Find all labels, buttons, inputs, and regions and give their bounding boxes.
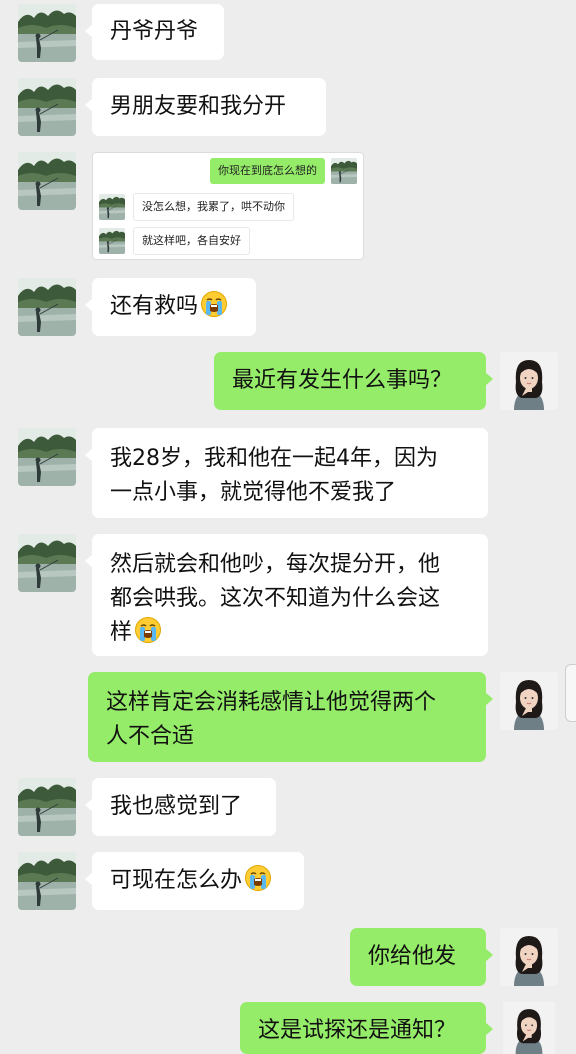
landscape-avatar-icon xyxy=(18,534,76,592)
landscape-avatar-icon xyxy=(18,278,76,336)
message-bubble[interactable]: 男朋友要和我分开 xyxy=(85,78,326,136)
message-line: 我28岁，我和他在一起4年，因为 xyxy=(110,446,438,471)
message-bubble[interactable]: 然后就会和他吵，每次提分开，他 都会哄我。这次不知道为什么会这 样 xyxy=(85,534,488,656)
scroll-handle[interactable] xyxy=(565,664,576,722)
woman-portrait-avatar-icon xyxy=(500,928,558,986)
message-line: 都会哄我。这次不知道为什么会这 xyxy=(110,586,441,611)
contact-avatar[interactable] xyxy=(18,278,76,336)
message-line: 这样肯定会消耗感情让他觉得两个 xyxy=(106,690,437,715)
message-text: 这是试探还是通知？ xyxy=(258,1018,457,1043)
contact-avatar[interactable] xyxy=(18,778,76,836)
contact-avatar[interactable] xyxy=(18,78,76,136)
message-text: 你给他发 xyxy=(368,944,457,969)
contact-avatar[interactable] xyxy=(18,4,76,62)
message-text: 丹爷丹爷 xyxy=(110,19,199,44)
contact-avatar[interactable] xyxy=(18,152,76,210)
image-message[interactable]: 你现在到底怎么想的 没怎么想，我累了，哄不动你 就这样吧，各自安好 xyxy=(92,152,364,260)
screenshot-message: 就这样吧，各自安好 xyxy=(133,227,250,255)
screenshot-row-left: 没怎么想，我累了，哄不动你 xyxy=(99,193,294,221)
contact-avatar[interactable] xyxy=(18,428,76,486)
message-text: 可现在怎么办 xyxy=(110,868,243,893)
chat-window: 丹爷丹爷 男朋友要和我分开 你现在到底怎么想的 没怎么想，我累了，哄不动你 就这… xyxy=(0,0,576,1054)
message-bubble[interactable]: 还有救吗 xyxy=(85,278,256,336)
self-avatar[interactable] xyxy=(500,672,558,730)
loudly-crying-face-emoji-icon xyxy=(244,864,272,892)
message-bubble[interactable]: 我28岁，我和他在一起4年，因为 一点小事，就觉得他不爱我了 xyxy=(85,428,488,518)
message-bubble[interactable]: 我也感觉到了 xyxy=(85,778,276,836)
message-text: 我也感觉到了 xyxy=(110,794,243,819)
contact-avatar[interactable] xyxy=(18,534,76,592)
self-avatar[interactable] xyxy=(500,352,558,410)
woman-portrait-avatar-icon xyxy=(500,1002,558,1054)
screenshot-row-left: 就这样吧，各自安好 xyxy=(99,227,250,255)
message-bubble[interactable]: 最近有发生什么事吗？ xyxy=(214,352,493,410)
message-bubble[interactable]: 这样肯定会消耗感情让他觉得两个 人不合适 xyxy=(88,672,493,762)
message-bubble[interactable]: 你给他发 xyxy=(350,928,493,986)
message-line: 样 xyxy=(110,616,470,650)
self-avatar[interactable] xyxy=(500,1002,558,1054)
screenshot-message: 没怎么想，我累了，哄不动你 xyxy=(133,193,294,221)
woman-portrait-avatar-icon xyxy=(500,352,558,410)
message-text: 男朋友要和我分开 xyxy=(110,94,287,119)
message-bubble[interactable]: 这是试探还是通知？ xyxy=(240,1002,493,1054)
self-avatar[interactable] xyxy=(500,928,558,986)
screenshot-row-right: 你现在到底怎么想的 xyxy=(210,158,357,184)
loudly-crying-face-emoji-icon xyxy=(134,616,162,644)
message-bubble[interactable]: 可现在怎么办 xyxy=(85,852,304,910)
landscape-avatar-icon xyxy=(18,428,76,486)
loudly-crying-face-emoji-icon xyxy=(200,290,228,318)
landscape-avatar-icon xyxy=(18,852,76,910)
screenshot-avatar xyxy=(99,228,125,254)
screenshot-message: 你现在到底怎么想的 xyxy=(210,158,325,184)
screenshot-avatar xyxy=(99,194,125,220)
message-text: 最近有发生什么事吗？ xyxy=(232,368,453,393)
landscape-avatar-icon xyxy=(18,4,76,62)
message-bubble[interactable]: 丹爷丹爷 xyxy=(85,4,224,60)
landscape-avatar-icon xyxy=(18,152,76,210)
landscape-avatar-icon xyxy=(18,778,76,836)
message-line: 然后就会和他吵，每次提分开，他 xyxy=(110,552,441,577)
landscape-avatar-icon xyxy=(331,158,357,184)
message-line: 人不合适 xyxy=(106,724,195,749)
message-line: 一点小事，就觉得他不爱我了 xyxy=(110,480,397,505)
landscape-avatar-icon xyxy=(99,228,125,254)
woman-portrait-avatar-icon xyxy=(500,672,558,730)
contact-avatar[interactable] xyxy=(18,852,76,910)
landscape-avatar-icon xyxy=(18,78,76,136)
message-text: 还有救吗 xyxy=(110,294,199,319)
screenshot-avatar xyxy=(331,158,357,184)
landscape-avatar-icon xyxy=(99,194,125,220)
